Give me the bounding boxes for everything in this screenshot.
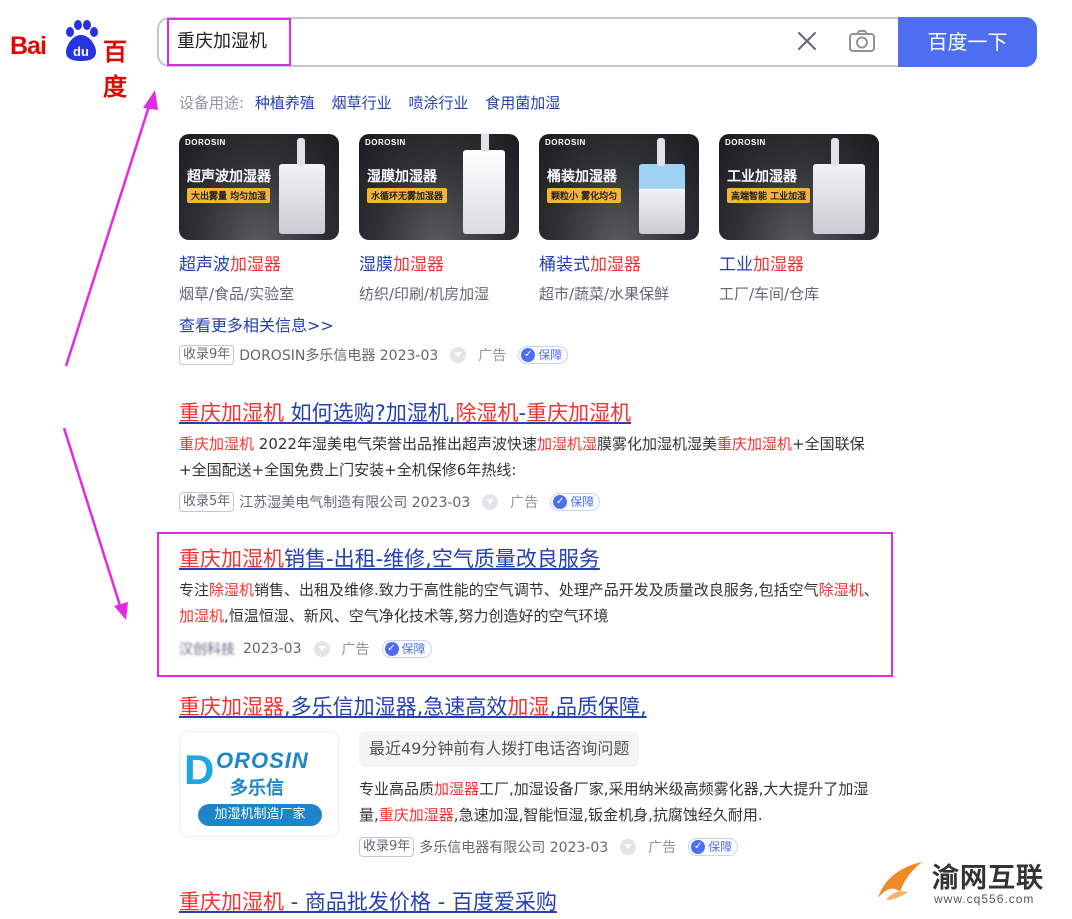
product-title[interactable]: 湿膜加湿器 — [359, 250, 519, 275]
result-description: 专注除湿机销售、出租及维修.致力于高性能的空气调节、处理产品开发及质量改良服务,… — [179, 581, 879, 625]
result-meta: 收录9年 DOROSIN多乐信电器 2023-03 广告 ✓ 保障 — [179, 345, 569, 365]
product-image-slogan: 大出雾量 均匀加湿 — [187, 188, 271, 203]
product-image-title: 桶装加湿器 — [547, 169, 617, 185]
shield-icon: ✓ — [553, 495, 568, 509]
humidifier-illustration — [639, 138, 685, 234]
indexed-badge: 收录9年 — [359, 837, 415, 857]
result-meta: 收录9年 多乐信电器有限公司 2023-03 广告 ✓ 保障 — [359, 837, 739, 857]
product-image[interactable]: DOROSIN 桶装加湿器 颗粒小 雾化均匀 — [539, 134, 699, 240]
product-image-slogan: 水循环无雾加湿器 — [367, 188, 448, 203]
watermark-logo-icon — [878, 862, 922, 900]
product-image-title: 湿膜加湿器 — [367, 169, 437, 185]
consult-callout[interactable]: 最近49分钟前有人拨打电话咨询问题 — [359, 731, 640, 767]
result-description: 重庆加湿机 2022年湿美电气荣誉出品推出超声波快速加湿机湿膜雾化加湿机湿美重庆… — [179, 435, 865, 479]
product-image-title: 超声波加湿器 — [187, 169, 271, 185]
ad-label: 广告 — [648, 840, 677, 856]
product-image-title: 工业加湿器 — [727, 169, 797, 185]
guarantee-badge[interactable]: ✓ 保障 — [550, 493, 601, 511]
product-title[interactable]: 工业加湿器 — [719, 250, 879, 275]
guarantee-badge[interactable]: ✓ 保障 — [688, 838, 739, 856]
ad-label: 广告 — [341, 642, 370, 658]
more-info-link[interactable]: 查看更多相关信息>> — [179, 312, 334, 336]
usage-tag[interactable]: 种植养殖 — [255, 94, 315, 112]
usage-label: 设备用途: — [179, 94, 245, 112]
product-card-bucket[interactable]: DOROSIN 桶装加湿器 颗粒小 雾化均匀 桶装式加湿器 超市/蔬菜/水果保鲜 — [539, 134, 699, 304]
dropdown-icon[interactable] — [450, 347, 467, 363]
product-title[interactable]: 桶装式加湿器 — [539, 250, 699, 275]
humidifier-illustration — [813, 138, 865, 234]
product-card-wet-film[interactable]: DOROSIN 湿膜加湿器 水循环无雾加湿器 湿膜加湿器 纺织/印刷/机房加湿 — [359, 134, 519, 304]
logo-cn-name: 多乐信 — [230, 778, 284, 799]
shield-icon: ✓ — [521, 348, 536, 362]
dropdown-icon[interactable] — [313, 641, 330, 657]
product-subtitle: 工厂/车间/仓库 — [719, 285, 820, 303]
result-source[interactable]: DOROSIN多乐信电器 2023-03 — [239, 345, 438, 365]
result-source[interactable]: 汉创科技 — [179, 639, 235, 659]
result-date: 2023-03 — [243, 641, 302, 657]
usage-tag[interactable]: 食用菌加湿 — [485, 94, 560, 112]
logo-name: OROSIN — [216, 748, 309, 773]
result-title[interactable]: 重庆加湿机销售-出租-维修,空气质量改良服务 — [179, 543, 600, 573]
product-image[interactable]: DOROSIN 湿膜加湿器 水循环无雾加湿器 — [359, 134, 519, 240]
usage-row: 设备用途: 种植养殖 烟草行业 喷涂行业 食用菌加湿 — [179, 92, 572, 114]
ad-label: 广告 — [510, 495, 539, 511]
dorosin-logo-image[interactable]: D OROSIN 多乐信 加湿机制造厂家 — [179, 731, 339, 837]
watermark-name: 渝网互联 — [932, 863, 1044, 894]
guarantee-badge[interactable]: ✓ 保障 — [518, 346, 569, 364]
product-subtitle: 烟草/食品/实验室 — [179, 285, 295, 303]
product-image-slogan: 颗粒小 雾化均匀 — [547, 188, 622, 203]
product-title[interactable]: 超声波加湿器 — [179, 250, 339, 275]
product-subtitle: 超市/蔬菜/水果保鲜 — [539, 285, 670, 303]
humidifier-illustration — [463, 134, 505, 234]
shield-icon: ✓ — [691, 840, 706, 854]
result-title[interactable]: 重庆加湿机 - 商品批发价格 - 百度爱采购 — [179, 886, 557, 916]
indexed-badge: 收录5年 — [179, 492, 235, 512]
product-card-ultrasonic[interactable]: DOROSIN 超声波加湿器 大出雾量 均匀加湿 超声波加湿器 烟草/食品/实验… — [179, 134, 339, 304]
product-card-industrial[interactable]: DOROSIN 工业加湿器 高端智能 工业加湿 工业加湿器 工厂/车间/仓库 — [719, 134, 879, 304]
result-description: 专业高品质加湿器工厂,加湿设备厂家,采用纳米级高频雾化器,大大提升了加湿量,重庆… — [359, 780, 869, 824]
result-title[interactable]: 重庆加湿器,多乐信加湿器,急速高效加湿,品质保障, — [179, 691, 647, 721]
result-meta: 汉创科技 2023-03 广告 ✓ 保障 — [179, 639, 432, 659]
humidifier-illustration — [279, 138, 325, 234]
brand-mark: DOROSIN — [725, 138, 766, 147]
logo-strip: 加湿机制造厂家 — [198, 804, 322, 826]
usage-tag[interactable]: 喷涂行业 — [408, 94, 468, 112]
brand-mark: DOROSIN — [545, 138, 586, 147]
watermark-url: www.cq556.com — [934, 892, 1035, 906]
product-image[interactable]: DOROSIN 工业加湿器 高端智能 工业加湿 — [719, 134, 879, 240]
product-image-slogan: 高端智能 工业加湿 — [727, 188, 811, 203]
dropdown-icon[interactable] — [482, 494, 499, 510]
brand-mark: DOROSIN — [185, 138, 226, 147]
product-subtitle: 纺织/印刷/机房加湿 — [359, 285, 490, 303]
dropdown-icon[interactable] — [620, 839, 637, 855]
logo-mark: D — [184, 746, 215, 793]
result-source[interactable]: 多乐信电器有限公司 2023-03 — [419, 837, 608, 857]
brand-mark: DOROSIN — [365, 138, 406, 147]
result-meta: 收录5年 江苏湿美电气制造有限公司 2023-03 广告 ✓ 保障 — [179, 492, 601, 512]
shield-icon: ✓ — [384, 642, 399, 656]
usage-tag[interactable]: 烟草行业 — [332, 94, 392, 112]
result-source[interactable]: 江苏湿美电气制造有限公司 2023-03 — [239, 492, 470, 512]
indexed-badge: 收录9年 — [179, 345, 235, 365]
guarantee-badge[interactable]: ✓ 保障 — [381, 640, 432, 658]
product-image[interactable]: DOROSIN 超声波加湿器 大出雾量 均匀加湿 — [179, 134, 339, 240]
ad-label: 广告 — [478, 348, 507, 364]
result-title[interactable]: 重庆加湿机 如何选购?加湿机,除湿机-重庆加湿机 — [179, 397, 631, 427]
watermark: 渝网互联 www.cq556.com — [874, 852, 1070, 912]
